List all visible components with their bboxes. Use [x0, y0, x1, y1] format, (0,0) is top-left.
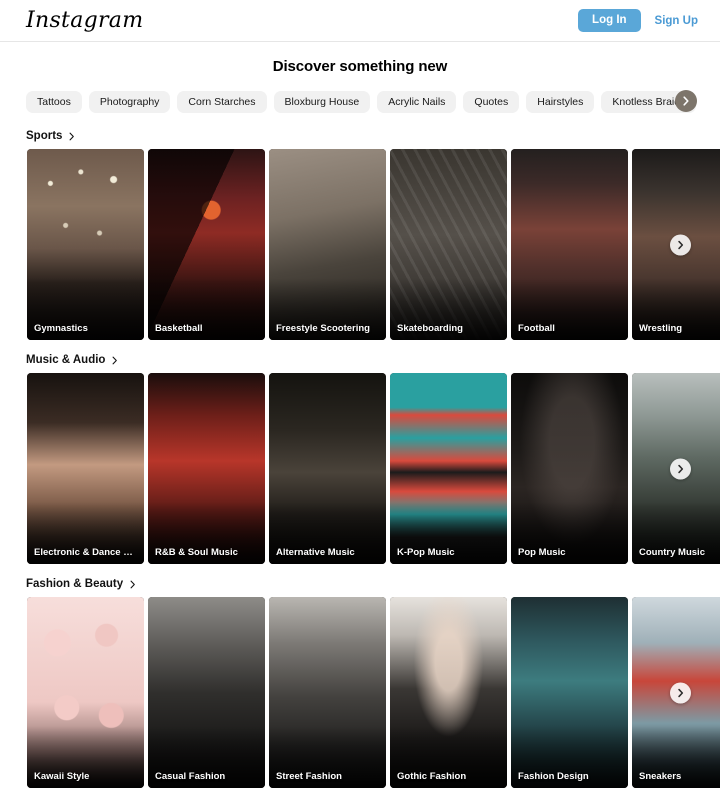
card-label: Freestyle Scootering [276, 323, 370, 334]
chevron-right-icon [112, 356, 118, 364]
discover-section: Music & Audio Electronic & Dance M... R&B … [0, 354, 720, 564]
topic-card[interactable]: Pop Music [511, 373, 628, 564]
card-label: Country Music [639, 547, 705, 558]
topic-chip[interactable]: Hairstyles [526, 90, 595, 114]
discover-section: Sports Gymnastics Basketball Freestyle Scoo… [0, 130, 720, 340]
card-label: Electronic & Dance M... [34, 547, 138, 558]
card-carousel: Gymnastics Basketball Freestyle Scootering… [0, 149, 720, 340]
carousel-track: Electronic & Dance M... R&B & Soul Music A… [27, 373, 720, 564]
carousel-next-button[interactable] [670, 458, 691, 479]
chevron-right-icon [678, 240, 684, 249]
topic-card[interactable]: Football [511, 149, 628, 340]
topic-chip[interactable]: Tattoos [26, 90, 82, 114]
topic-card[interactable]: Street Fashion [269, 597, 386, 788]
card-label: Kawaii Style [34, 771, 90, 782]
discover-sections: Sports Gymnastics Basketball Freestyle Scoo… [0, 130, 720, 788]
card-label: Street Fashion [276, 771, 342, 782]
chevron-right-icon [683, 96, 689, 106]
topic-chips-bar: Tattoos Photography Corn Starches Bloxburg … [0, 88, 720, 116]
card-carousel: Kawaii Style Casual Fashion Street Fashion… [0, 597, 720, 788]
carousel-track: Kawaii Style Casual Fashion Street Fashion… [27, 597, 720, 788]
card-label: Pop Music [518, 547, 566, 558]
sign-up-link[interactable]: Sign Up [655, 15, 698, 27]
topic-card[interactable]: Kawaii Style [27, 597, 144, 788]
card-label: Gothic Fashion [397, 771, 467, 782]
topic-card[interactable]: Gymnastics [27, 149, 144, 340]
instagram-logo[interactable]: Instagram [26, 8, 143, 33]
card-carousel: Electronic & Dance M... R&B & Soul Music A… [0, 373, 720, 564]
card-label: Fashion Design [518, 771, 589, 782]
section-title: Music & Audio [26, 354, 106, 366]
card-label: Wrestling [639, 323, 683, 334]
topic-chip[interactable]: Quotes [463, 90, 520, 114]
topic-chip[interactable]: Photography [88, 90, 171, 114]
topic-chip[interactable]: Acrylic Nails [377, 90, 457, 114]
topic-chip[interactable]: Bloxburg House [273, 90, 371, 114]
card-label: K-Pop Music [397, 547, 455, 558]
card-label: Basketball [155, 323, 203, 334]
header-actions: Log In Sign Up [578, 8, 698, 33]
topic-card[interactable]: K-Pop Music [390, 373, 507, 564]
section-title: Sports [26, 130, 63, 142]
card-label: Alternative Music [276, 547, 355, 558]
chevron-right-icon [678, 688, 684, 697]
discover-section: Fashion & Beauty Kawaii Style Casual Fashi… [0, 578, 720, 788]
chips-next-button[interactable] [675, 90, 697, 112]
topic-card[interactable]: Alternative Music [269, 373, 386, 564]
section-header[interactable]: Music & Audio [0, 354, 119, 366]
topic-chips-list: Tattoos Photography Corn Starches Bloxburg … [26, 88, 697, 116]
chevron-right-icon [69, 132, 75, 140]
topic-card[interactable]: Fashion Design [511, 597, 628, 788]
site-header: Instagram Log In Sign Up [0, 0, 720, 42]
topic-card[interactable]: Freestyle Scootering [269, 149, 386, 340]
card-label: Skateboarding [397, 323, 463, 334]
carousel-next-button[interactable] [670, 234, 691, 255]
card-label: Casual Fashion [155, 771, 226, 782]
topic-card[interactable]: Gothic Fashion [390, 597, 507, 788]
page-title: Discover something new [272, 58, 448, 75]
section-header[interactable]: Sports [0, 130, 76, 142]
card-label: R&B & Soul Music [155, 547, 238, 558]
topic-chip[interactable]: Corn Starches [177, 90, 267, 114]
carousel-track: Gymnastics Basketball Freestyle Scootering… [27, 149, 720, 340]
section-title: Fashion & Beauty [26, 578, 124, 590]
card-label: Sneakers [639, 771, 682, 782]
chevron-right-icon [130, 580, 135, 588]
chevron-right-icon [678, 464, 684, 473]
card-label: Gymnastics [34, 323, 88, 334]
topic-card[interactable]: Basketball [148, 149, 265, 340]
section-header[interactable]: Fashion & Beauty [0, 578, 137, 590]
topic-card[interactable]: Electronic & Dance M... [27, 373, 144, 564]
carousel-next-button[interactable] [670, 682, 691, 703]
card-label: Football [518, 323, 555, 334]
topic-card[interactable]: Skateboarding [390, 149, 507, 340]
topic-card[interactable]: Casual Fashion [148, 597, 265, 788]
log-in-button[interactable]: Log In [578, 8, 641, 33]
topic-card[interactable]: R&B & Soul Music [148, 373, 265, 564]
